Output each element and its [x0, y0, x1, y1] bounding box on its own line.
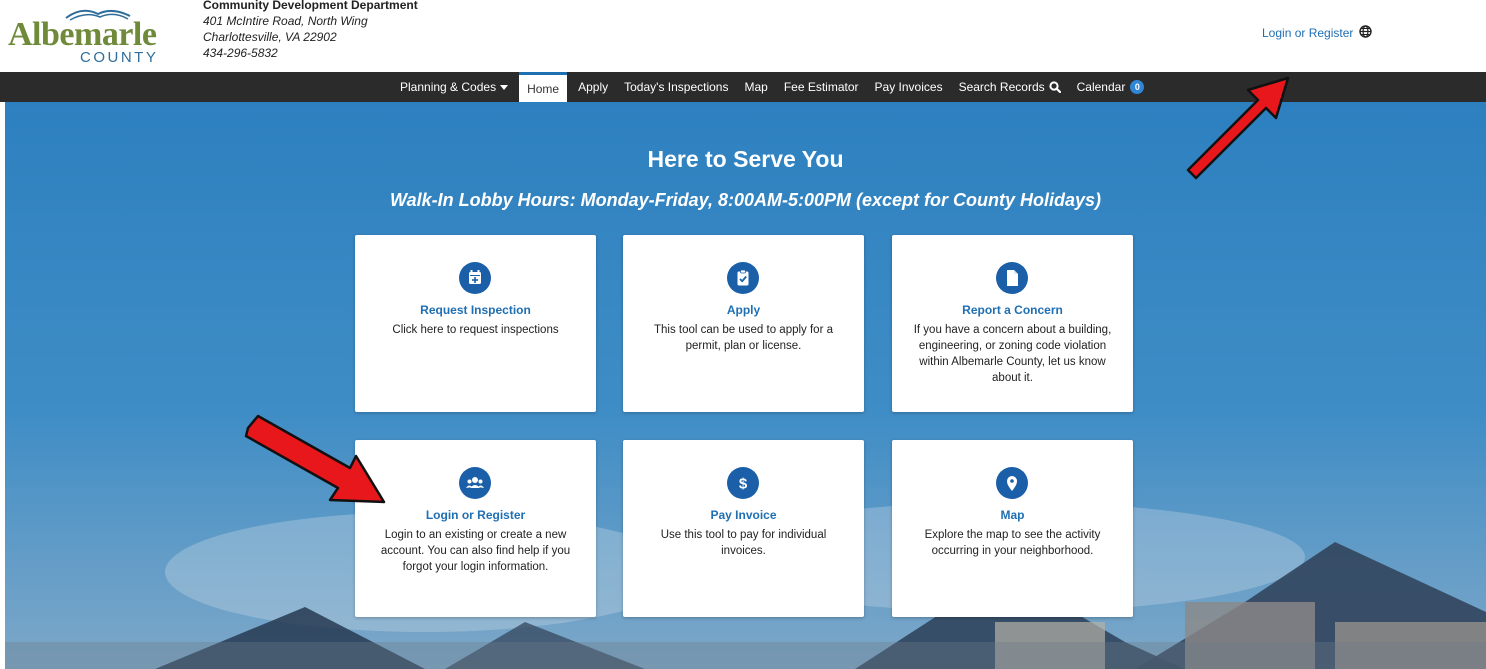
- phone-number: 434-296-5832: [203, 46, 278, 60]
- calendar-plus-icon: [459, 262, 491, 294]
- nav-todays-inspections[interactable]: Today's Inspections: [616, 72, 736, 102]
- svg-text:$: $: [739, 476, 748, 493]
- address-line-1: 401 McIntire Road, North Wing: [203, 14, 368, 28]
- map-pin-icon: [996, 467, 1028, 499]
- card-title: Apply: [726, 303, 761, 317]
- search-icon: [1049, 81, 1061, 93]
- nav-planning-codes[interactable]: Planning & Codes: [392, 72, 516, 102]
- logo-subtitle: COUNTY: [80, 49, 159, 66]
- card-request-inspection[interactable]: Request Inspection Click here to request…: [355, 235, 596, 412]
- nav-invoices-label: Pay Invoices: [874, 80, 943, 94]
- nav-apply-label: Apply: [578, 80, 609, 94]
- nav-inspections-label: Today's Inspections: [624, 80, 729, 94]
- nav-map-label: Map: [744, 80, 768, 94]
- card-description: If you have a concern about a building, …: [913, 324, 1112, 384]
- nav-search-records[interactable]: Search Records: [951, 72, 1069, 102]
- card-title: Report a Concern: [962, 303, 1063, 317]
- nav-home-label: Home: [527, 81, 560, 96]
- card-description: This tool can be used to apply for a per…: [654, 324, 833, 352]
- address-line-2: Charlottesville, VA 22902: [203, 30, 337, 44]
- dollar-icon: $: [727, 467, 759, 499]
- clipboard-check-icon: [727, 262, 759, 294]
- department-name: Community Development Department: [203, 0, 418, 12]
- annotation-arrow-top: [1186, 76, 1290, 180]
- nav-planning-label: Planning & Codes: [400, 80, 497, 94]
- card-description: Explore the map to see the activity occu…: [924, 529, 1101, 557]
- nav-apply[interactable]: Apply: [570, 72, 616, 102]
- card-description: Click here to request inspections: [392, 324, 559, 336]
- nav-fee-estimator[interactable]: Fee Estimator: [776, 72, 867, 102]
- document-icon: [996, 262, 1028, 294]
- nav-map[interactable]: Map: [736, 72, 775, 102]
- department-info: Community Development Department 401 McI…: [203, 0, 418, 61]
- globe-icon[interactable]: [1359, 25, 1372, 38]
- nav-pay-invoices[interactable]: Pay Invoices: [867, 72, 951, 102]
- card-report-concern[interactable]: Report a Concern If you have a concern a…: [892, 235, 1133, 412]
- lobby-hours: Walk-In Lobby Hours: Monday-Friday, 8:00…: [389, 190, 1102, 210]
- caret-down-icon: [500, 84, 509, 90]
- annotation-arrow-bottom: [244, 414, 386, 504]
- card-title: Pay Invoice: [710, 508, 777, 522]
- nav-menu: Planning & Codes Home Apply Today's Insp…: [392, 72, 1152, 102]
- card-description: Login to an existing or create a new acc…: [380, 529, 571, 573]
- header-login-link[interactable]: Login or Register: [1262, 26, 1353, 40]
- nav-calendar-label: Calendar: [1076, 80, 1126, 94]
- card-title: Request Inspection: [420, 303, 531, 317]
- county-logo[interactable]: Albemarle COUNTY: [8, 2, 168, 66]
- nav-calendar[interactable]: Calendar 0: [1069, 72, 1153, 102]
- card-map[interactable]: Map Explore the map to see the activity …: [892, 440, 1133, 617]
- nav-home[interactable]: Home: [519, 72, 568, 102]
- card-pay-invoice[interactable]: $ Pay Invoice Use this tool to pay for i…: [623, 440, 864, 617]
- card-apply[interactable]: Apply This tool can be used to apply for…: [623, 235, 864, 412]
- users-icon: [459, 467, 491, 499]
- nav-search-label: Search Records: [958, 80, 1045, 94]
- calendar-count-badge: 0: [1130, 80, 1145, 94]
- card-title: Map: [1000, 508, 1025, 522]
- nav-fee-label: Fee Estimator: [783, 80, 859, 94]
- card-description: Use this tool to pay for individual invo…: [660, 529, 827, 557]
